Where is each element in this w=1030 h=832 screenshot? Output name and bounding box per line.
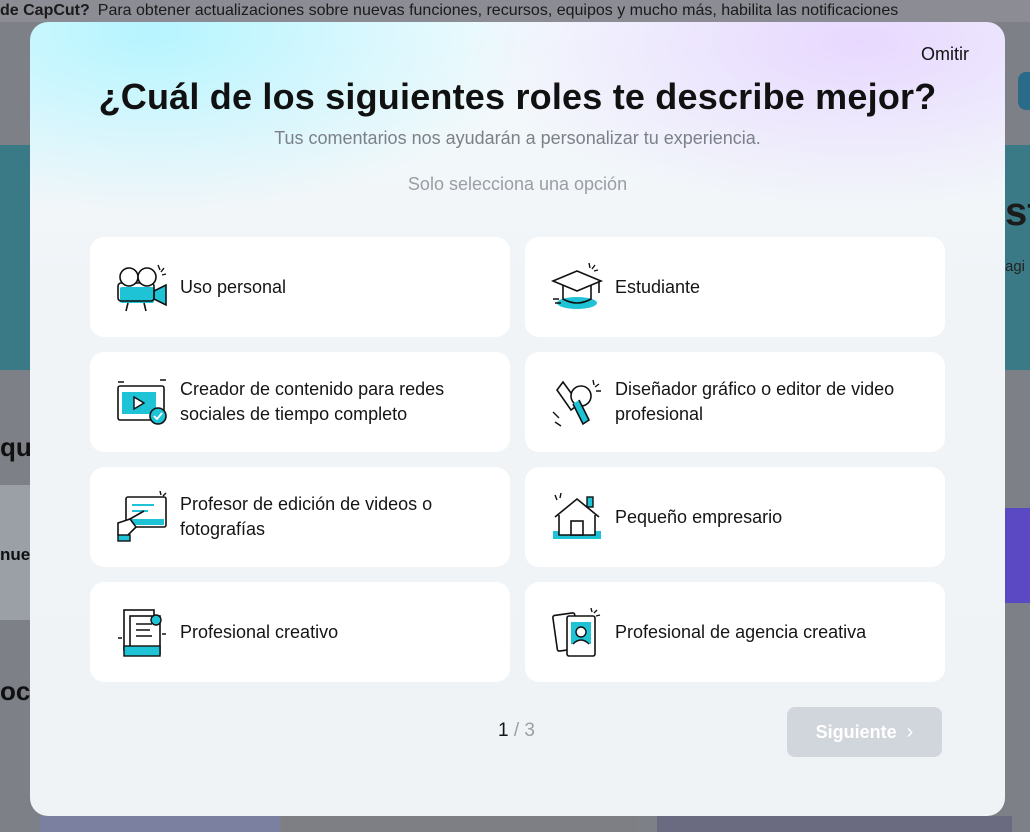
background-hero-text: agi bbox=[1005, 258, 1026, 275]
agency-portfolio-icon bbox=[552, 607, 601, 657]
chevron-right-icon: › bbox=[906, 720, 914, 743]
option-label: Profesional creativo bbox=[180, 621, 339, 642]
option-label: Pequeño empresario bbox=[615, 506, 783, 527]
current-step: 1 bbox=[498, 720, 509, 741]
creative-document-icon bbox=[118, 609, 166, 657]
option-label: Creador de contenido para redes sociales… bbox=[180, 379, 445, 424]
option-creative-agency[interactable]: Profesional de agencia creativa bbox=[525, 582, 945, 682]
step-separator: / bbox=[513, 720, 520, 741]
background-section-title: qu bbox=[0, 432, 32, 462]
personal-camera-icon bbox=[117, 264, 167, 312]
teacher-board-icon bbox=[117, 490, 167, 542]
banner-text: Para obtener actualizaciones sobre nueva… bbox=[97, 2, 899, 19]
option-label: Profesor de edición de videos o fotograf… bbox=[180, 494, 433, 539]
selection-hint: Solo selecciona una opción bbox=[407, 174, 628, 194]
background-thumb-1 bbox=[40, 816, 280, 832]
option-content-creator[interactable]: Creador de contenido para redes sociales… bbox=[90, 352, 510, 452]
modal-subtitle: Tus comentarios nos ayudarán a personali… bbox=[274, 128, 761, 148]
small-business-house-icon bbox=[553, 492, 601, 539]
background-button bbox=[1018, 72, 1030, 110]
option-label: Estudiante bbox=[615, 276, 701, 297]
graduation-cap-icon bbox=[550, 262, 604, 309]
option-personal-use[interactable]: Uso personal bbox=[90, 237, 510, 337]
option-small-business[interactable]: Pequeño empresario bbox=[525, 467, 945, 567]
skip-button[interactable]: Omitir bbox=[921, 44, 969, 65]
role-options-grid: Uso personal Estudiante Creador de conte… bbox=[90, 237, 945, 682]
step-indicator: 1 / 3 bbox=[498, 720, 535, 742]
option-teacher[interactable]: Profesor de edición de videos o fotograf… bbox=[90, 467, 510, 567]
background-card-text: nue bbox=[0, 545, 31, 564]
design-tools-icon bbox=[552, 379, 601, 427]
video-creator-icon bbox=[117, 379, 167, 425]
background-purple-card bbox=[1005, 508, 1030, 603]
background-hero-title: st bbox=[1005, 190, 1030, 234]
total-steps: 3 bbox=[524, 720, 535, 741]
background-thumb-3 bbox=[657, 816, 1012, 832]
modal-title: ¿Cuál de los siguientes roles te describ… bbox=[98, 76, 937, 117]
option-label: Diseñador gráfico o editor de video prof… bbox=[615, 379, 895, 424]
notification-banner: de CapCut? Para obtener actualizaciones s… bbox=[0, 0, 1030, 22]
banner-strong-text: de CapCut? bbox=[0, 2, 90, 19]
option-creative-professional[interactable]: Profesional creativo bbox=[90, 582, 510, 682]
next-button[interactable]: Siguiente › bbox=[787, 707, 942, 757]
option-student[interactable]: Estudiante bbox=[525, 237, 945, 337]
option-label: Uso personal bbox=[180, 276, 287, 297]
background-thumb-2 bbox=[282, 816, 637, 832]
option-label: Profesional de agencia creativa bbox=[615, 621, 867, 642]
option-graphic-designer[interactable]: Diseñador gráfico o editor de video prof… bbox=[525, 352, 945, 452]
next-button-label: Siguiente bbox=[815, 721, 897, 742]
role-survey-modal: Omitir ¿Cuál de los siguientes roles te … bbox=[30, 22, 1005, 816]
